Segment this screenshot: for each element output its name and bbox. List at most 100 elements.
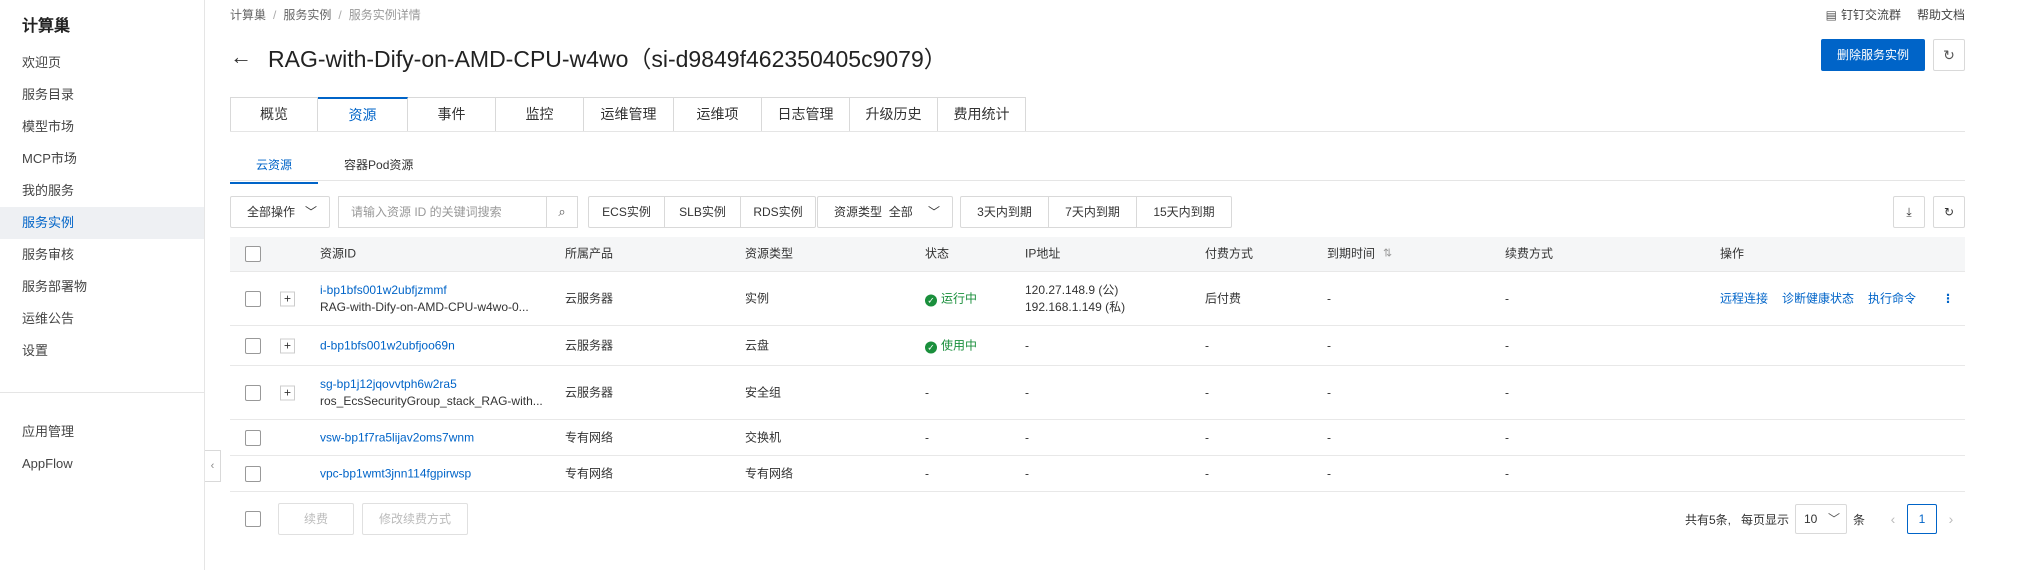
- footer-select-all-checkbox[interactable]: [245, 511, 261, 527]
- tab-item[interactable]: 资源: [318, 97, 408, 132]
- dingtalk-link[interactable]: ▤ 钉钉交流群: [1826, 6, 1901, 23]
- row-checkbox[interactable]: [245, 290, 261, 307]
- total-count: 共有5条,: [1684, 512, 1731, 527]
- ip-address-private: 192.168.1.149 (私): [1025, 299, 1126, 314]
- tab-item[interactable]: 费用统计: [938, 97, 1026, 132]
- refresh-table-button[interactable]: ↻: [1933, 196, 1965, 228]
- tab-item[interactable]: 运维项: [674, 97, 762, 132]
- sidebar-bottom-item[interactable]: AppFlow: [0, 448, 204, 480]
- resource-search-input[interactable]: [338, 196, 546, 228]
- sidebar-item[interactable]: 设置: [0, 335, 204, 367]
- expire-cell: -: [1327, 291, 1331, 305]
- product-cell: 专有网络: [565, 466, 614, 480]
- select-all-checkbox[interactable]: [245, 246, 261, 262]
- filter-expire-7d[interactable]: 7天内到期: [1049, 197, 1137, 227]
- ip-address: -: [1025, 466, 1029, 480]
- tab-item[interactable]: 运维管理: [584, 97, 674, 132]
- sort-icon[interactable]: ⇅: [1383, 246, 1392, 263]
- sidebar-item[interactable]: 服务目录: [0, 79, 204, 111]
- tab-item[interactable]: 升级历史: [850, 97, 938, 132]
- sidebar-item[interactable]: 欢迎页: [0, 47, 204, 79]
- page-size-select[interactable]: 10 ﹀: [1794, 504, 1847, 534]
- resource-id-link[interactable]: i-bp1bfs001w2ubfjzmmf: [320, 282, 529, 299]
- sidebar-collapse-handle[interactable]: ‹: [205, 450, 221, 482]
- row-checkbox[interactable]: [245, 337, 261, 354]
- chevron-down-icon: ﹀: [304, 205, 317, 219]
- tab-item[interactable]: 日志管理: [762, 97, 850, 132]
- next-page-icon[interactable]: ›: [1937, 511, 1965, 527]
- row-checkbox[interactable]: [245, 429, 261, 446]
- modify-renew-button[interactable]: 修改续费方式: [362, 503, 468, 535]
- filter-rds[interactable]: RDS实例: [741, 197, 815, 227]
- expand-row-icon[interactable]: +: [280, 385, 295, 400]
- breadcrumb-item-instances[interactable]: 服务实例: [283, 8, 331, 22]
- product-cell: 专有网络: [565, 430, 614, 444]
- help-docs-link[interactable]: 帮助文档: [1917, 6, 1965, 23]
- column-header: 续费方式: [1505, 246, 1554, 261]
- column-header: 到期时间: [1327, 246, 1376, 261]
- page-number-current[interactable]: 1: [1907, 504, 1937, 534]
- resource-type-dropdown[interactable]: 资源类型 全部 ﹀: [817, 196, 953, 228]
- table-row: + d-bp1bfs001w2ubfjoo69n 云服务器 云盘 ✓ 使用中 - - - -: [230, 326, 1965, 366]
- table-row: vpc-bp1wmt3jnn114fgpirwsp 专有网络 专有网络 - - - - -: [230, 456, 1965, 492]
- renew-cell: -: [1505, 430, 1509, 444]
- chat-group-icon: ▤: [1825, 8, 1837, 22]
- payment-cell: -: [1205, 430, 1209, 444]
- filter-expire-3d[interactable]: 3天内到期: [961, 197, 1049, 227]
- table-row: + sg-bp1j12jqovvtph6w2ra5 ros_EcsSecurityG…: [230, 366, 1965, 420]
- row-checkbox[interactable]: [245, 384, 261, 401]
- expire-cell: -: [1327, 338, 1331, 352]
- sidebar-item[interactable]: 服务审核: [0, 239, 204, 271]
- download-button[interactable]: ⤓: [1893, 196, 1925, 228]
- payment-cell: -: [1205, 466, 1209, 480]
- action-link[interactable]: 执行命令: [1868, 291, 1916, 305]
- filter-expire-15d[interactable]: 15天内到期: [1137, 197, 1231, 227]
- chevron-down-icon: ﹀: [927, 205, 940, 219]
- subtab-divider: [230, 180, 1965, 181]
- more-actions-icon[interactable]: ⋮: [1942, 290, 1954, 307]
- sidebar-item[interactable]: 运维公告: [0, 303, 204, 335]
- sidebar-item[interactable]: 服务部署物: [0, 271, 204, 303]
- per-page-label: 每页显示: [1740, 512, 1789, 527]
- breadcrumb: 计算巢 / 服务实例 / 服务实例详情: [230, 8, 421, 22]
- resource-type-cell: 专有网络: [745, 466, 794, 480]
- tab-item[interactable]: 事件: [408, 97, 496, 132]
- sidebar-item[interactable]: 服务实例: [0, 207, 204, 239]
- all-actions-dropdown[interactable]: 全部操作 ﹀: [230, 196, 330, 228]
- expand-row-icon[interactable]: +: [280, 338, 295, 353]
- column-header: 资源类型: [745, 246, 794, 261]
- sidebar-item[interactable]: 我的服务: [0, 175, 204, 207]
- resource-type-cell: 安全组: [745, 385, 782, 399]
- sidebar-brand: 计算巢: [22, 18, 71, 35]
- refresh-page-button[interactable]: ↻: [1933, 39, 1965, 71]
- delete-instance-button[interactable]: 删除服务实例: [1820, 39, 1925, 71]
- sidebar-item[interactable]: MCP市场: [0, 143, 204, 175]
- renew-button[interactable]: 续费: [278, 503, 354, 535]
- sidebar-bottom-item[interactable]: 应用管理: [0, 416, 204, 448]
- filter-ecs[interactable]: ECS实例: [589, 197, 665, 227]
- breadcrumb-item-home[interactable]: 计算巢: [230, 8, 266, 22]
- status-cell: -: [925, 466, 929, 480]
- resource-id-link[interactable]: vsw-bp1f7ra5lijav2oms7wnm: [320, 429, 474, 446]
- action-link[interactable]: 远程连接: [1720, 291, 1768, 305]
- ip-cell: 120.27.148.9 (公) 192.168.1.149 (私): [1025, 282, 1125, 316]
- action-link[interactable]: 诊断健康状态: [1782, 291, 1854, 305]
- prev-page-icon[interactable]: ‹: [1879, 511, 1907, 527]
- status-badge: ✓ 使用中: [925, 337, 977, 354]
- breadcrumb-item-current: 服务实例详情: [348, 8, 421, 22]
- filter-slb[interactable]: SLB实例: [665, 197, 741, 227]
- tab-item[interactable]: 概览: [230, 97, 318, 132]
- tab-bar-divider: [230, 131, 1965, 132]
- back-arrow-icon[interactable]: ←: [230, 44, 258, 70]
- resource-id-cell: i-bp1bfs001w2ubfjzmmf RAG-with-Dify-on-AM…: [320, 282, 529, 316]
- resource-id-link[interactable]: d-bp1bfs001w2ubfjoo69n: [320, 337, 455, 354]
- resource-name: RAG-with-Dify-on-AMD-CPU-w4wo-0...: [320, 299, 529, 314]
- row-checkbox[interactable]: [245, 465, 261, 482]
- resource-id-link[interactable]: sg-bp1j12jqovvtph6w2ra5: [320, 376, 543, 393]
- tab-item[interactable]: 监控: [496, 97, 584, 132]
- sidebar: 计算巢 欢迎页 服务目录 模型市场 MCP市场 我的服务 服务实例 服务审核 服务部署物 运维公…: [0, 0, 205, 570]
- expand-row-icon[interactable]: +: [280, 291, 295, 306]
- sidebar-item[interactable]: 模型市场: [0, 111, 204, 143]
- search-button[interactable]: ⌕: [546, 196, 578, 228]
- resource-id-link[interactable]: vpc-bp1wmt3jnn114fgpirwsp: [320, 465, 471, 482]
